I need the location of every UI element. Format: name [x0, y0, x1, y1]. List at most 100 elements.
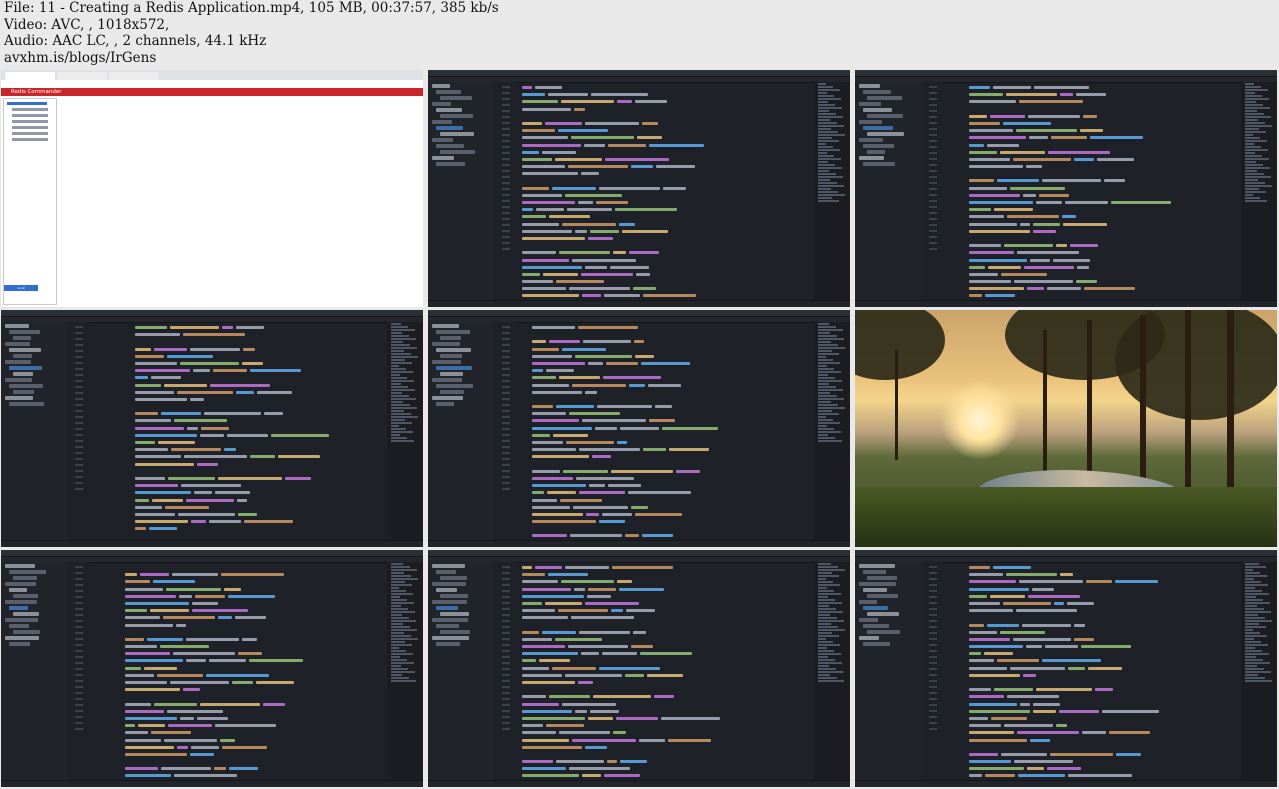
- project-tree[interactable]: [1, 562, 68, 781]
- tree-item[interactable]: [13, 576, 37, 580]
- tree-item[interactable]: [863, 570, 886, 574]
- minimap[interactable]: [814, 322, 850, 541]
- tree-item[interactable]: [9, 402, 44, 406]
- project-tree[interactable]: [855, 82, 922, 301]
- source-link[interactable]: avxhm.is/blogs/IrGens: [4, 50, 1279, 67]
- tree-item[interactable]: [436, 162, 465, 166]
- tree-item[interactable]: [436, 642, 460, 646]
- tree-item[interactable]: [859, 84, 880, 88]
- thumbnail-code-editor[interactable]: [1, 310, 423, 547]
- tree-item[interactable]: [863, 126, 893, 130]
- tree-item[interactable]: [440, 336, 461, 340]
- code-editor[interactable]: [89, 562, 387, 781]
- tree-item[interactable]: [432, 84, 450, 88]
- tree-item[interactable]: [432, 360, 461, 364]
- tree-item[interactable]: [440, 354, 462, 358]
- browser-tab[interactable]: [57, 72, 107, 80]
- thumbnail-code-editor[interactable]: [855, 550, 1277, 787]
- tree-item[interactable]: [432, 600, 467, 604]
- tree-item[interactable]: [436, 402, 454, 406]
- project-tree[interactable]: [855, 562, 922, 781]
- tree-item[interactable]: [5, 396, 33, 400]
- minimap[interactable]: [814, 562, 850, 781]
- tree-item[interactable]: [867, 576, 897, 580]
- tree-item[interactable]: [440, 132, 474, 136]
- browser-tab[interactable]: [109, 72, 159, 80]
- thumbnail-code-editor[interactable]: [428, 70, 850, 307]
- tree-item[interactable]: [432, 636, 469, 640]
- tree-item[interactable]: [5, 342, 30, 346]
- tree-item[interactable]: [5, 564, 35, 568]
- tree-item[interactable]: [5, 378, 32, 382]
- tree-item[interactable]: [440, 390, 464, 394]
- code-editor[interactable]: [516, 82, 814, 301]
- tree-item[interactable]: [440, 612, 469, 616]
- project-tree[interactable]: [428, 322, 495, 541]
- tree-item[interactable]: [863, 144, 894, 148]
- tree-item[interactable]: [9, 330, 40, 334]
- tree-item[interactable]: [436, 624, 459, 628]
- tree-item[interactable]: [432, 582, 466, 586]
- tree-item[interactable]: [436, 330, 470, 334]
- tree-item[interactable]: [867, 630, 900, 634]
- tree-item[interactable]: [440, 576, 467, 580]
- thumbnail-code-editor[interactable]: [855, 70, 1277, 307]
- code-editor[interactable]: [516, 322, 814, 541]
- tree-item[interactable]: [432, 378, 462, 382]
- code-editor[interactable]: [943, 562, 1241, 781]
- thumbnail-code-editor[interactable]: [1, 550, 423, 787]
- tree-item[interactable]: [859, 564, 895, 568]
- tree-item[interactable]: [440, 594, 468, 598]
- browser-tab[interactable]: [5, 72, 55, 80]
- tree-item[interactable]: [9, 348, 41, 352]
- tree-item[interactable]: [432, 618, 468, 622]
- tree-item[interactable]: [432, 138, 453, 142]
- tree-item[interactable]: [436, 366, 472, 370]
- project-tree[interactable]: [1, 322, 68, 541]
- tree-item[interactable]: [859, 102, 881, 106]
- tree-item[interactable]: [436, 126, 463, 130]
- tree-item[interactable]: [859, 138, 883, 142]
- tree-item[interactable]: [13, 390, 34, 394]
- tree-item[interactable]: [9, 606, 28, 610]
- tree-item[interactable]: [867, 150, 885, 154]
- tree-item[interactable]: [859, 156, 884, 160]
- tree-item[interactable]: [436, 588, 457, 592]
- tree-item[interactable]: [436, 348, 471, 352]
- code-editor[interactable]: [943, 82, 1241, 301]
- tree-item[interactable]: [13, 372, 33, 376]
- thumbnail-code-editor[interactable]: [428, 550, 850, 787]
- minimap[interactable]: [1241, 562, 1277, 781]
- tree-item[interactable]: [9, 642, 30, 646]
- tree-item[interactable]: [5, 360, 31, 364]
- tree-item[interactable]: [867, 612, 899, 616]
- minimap[interactable]: [387, 562, 423, 781]
- tree-item[interactable]: [863, 624, 889, 628]
- tree-item[interactable]: [9, 588, 27, 592]
- tree-item[interactable]: [432, 564, 465, 568]
- tree-item[interactable]: [9, 624, 29, 628]
- tree-item[interactable]: [440, 630, 470, 634]
- tree-item[interactable]: [859, 600, 877, 604]
- tree-item[interactable]: [863, 90, 891, 94]
- tree-item[interactable]: [5, 324, 29, 328]
- tree-item[interactable]: [13, 354, 32, 358]
- tree-item[interactable]: [440, 114, 473, 118]
- tree-item[interactable]: [436, 108, 462, 112]
- tree-item[interactable]: [859, 120, 882, 124]
- project-tree[interactable]: [428, 82, 495, 301]
- minimap[interactable]: [1241, 82, 1277, 301]
- tree-item[interactable]: [436, 606, 458, 610]
- tree-item[interactable]: [13, 630, 40, 634]
- tree-item[interactable]: [436, 570, 456, 574]
- tree-item[interactable]: [432, 342, 460, 346]
- tree-item[interactable]: [440, 150, 475, 154]
- tree-item[interactable]: [440, 96, 472, 100]
- code-editor[interactable]: [89, 322, 387, 541]
- project-tree[interactable]: [428, 562, 495, 781]
- tree-item[interactable]: [5, 636, 39, 640]
- tree-item[interactable]: [436, 144, 464, 148]
- tree-item[interactable]: [432, 396, 463, 400]
- tree-item[interactable]: [867, 114, 903, 118]
- tree-item[interactable]: [436, 90, 461, 94]
